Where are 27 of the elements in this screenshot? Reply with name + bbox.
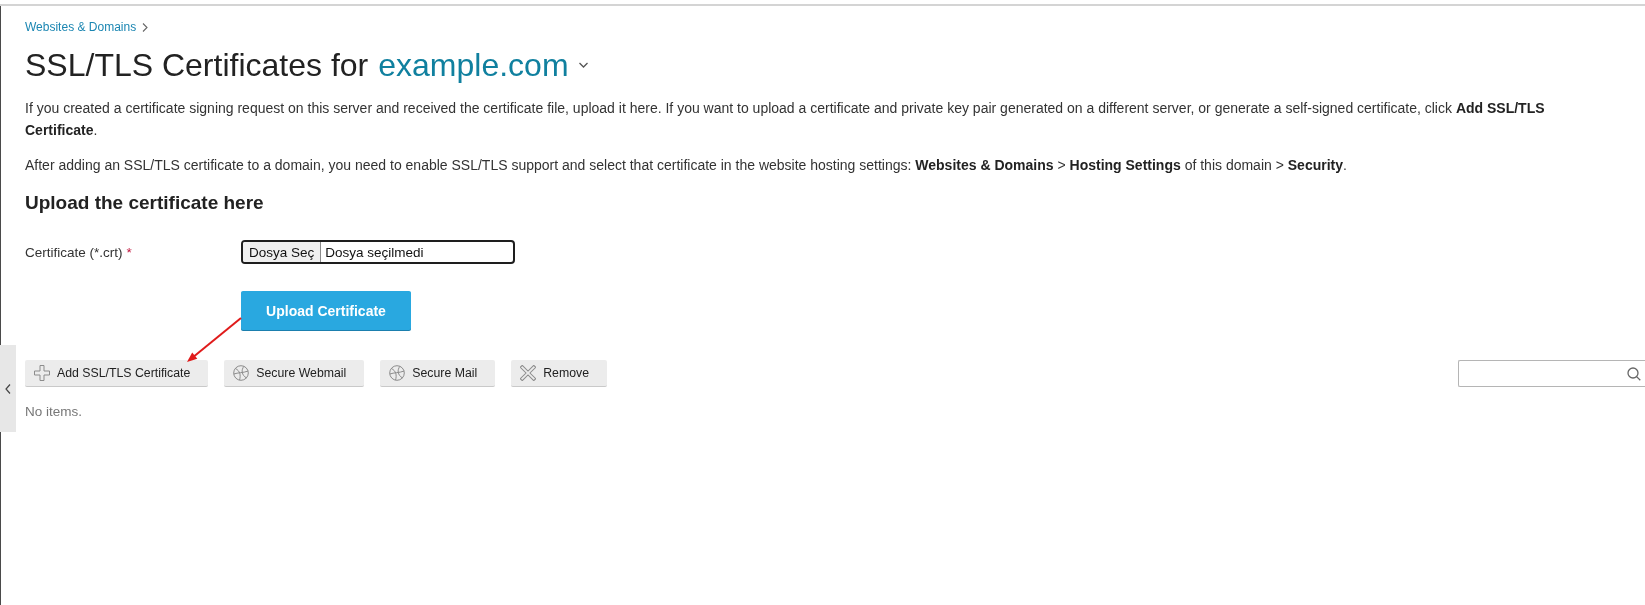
search-icon	[1627, 366, 1641, 381]
page-title: SSL/TLS Certificates for	[25, 46, 369, 84]
secure-button[interactable]: Secure Mail	[380, 360, 496, 387]
search-field[interactable]	[1458, 360, 1645, 387]
plus-icon	[34, 365, 50, 381]
chevron-down-icon	[578, 62, 588, 68]
file-status-text: Dosya seçilmedi	[324, 243, 425, 262]
empty-list-message: No items.	[25, 404, 82, 419]
file-input-field[interactable]: Dosya Seç Dosya seçilmedi	[241, 240, 515, 264]
globe-icon	[389, 365, 406, 381]
section-heading: Upload the certificate here	[25, 191, 264, 215]
breadcrumb-link[interactable]: Websites & Domains	[25, 20, 137, 34]
secure-button[interactable]: Secure Webmail	[224, 360, 365, 387]
sidebar-toggle[interactable]	[0, 345, 16, 432]
pointer-arrow	[187, 317, 242, 362]
add-certificate-button[interactable]: Add SSL/TLS Certificate	[25, 360, 209, 387]
choose-file-button[interactable]: Dosya Seç	[243, 242, 322, 262]
chevron-right-icon	[142, 22, 149, 32]
domain-dropdown[interactable]: example.com	[378, 46, 588, 84]
chevron-left-icon	[5, 383, 11, 394]
field-label: Certificate (*.crt)	[25, 244, 123, 260]
intro-paragraph: After adding an SSL/TLS certificate to a domain, you need to enable SSL/TLS support and select that certificate in the website hosting settings: Websites & Domains > Hosting Settings of this domain > Security.	[25, 156, 1347, 175]
cross-icon	[520, 365, 537, 381]
globe-icon	[233, 365, 250, 381]
remove-button[interactable]: Remove	[511, 360, 607, 387]
required-mark: *	[126, 244, 132, 260]
intro-paragraph: If you created a certificate signing request on this server and received the certificate file, upload it here. If you want to upload a certificate and private key pair generated on a different server, or generate a self-signed certificate, click Add SSL/TLS Certificate.	[25, 99, 1546, 140]
